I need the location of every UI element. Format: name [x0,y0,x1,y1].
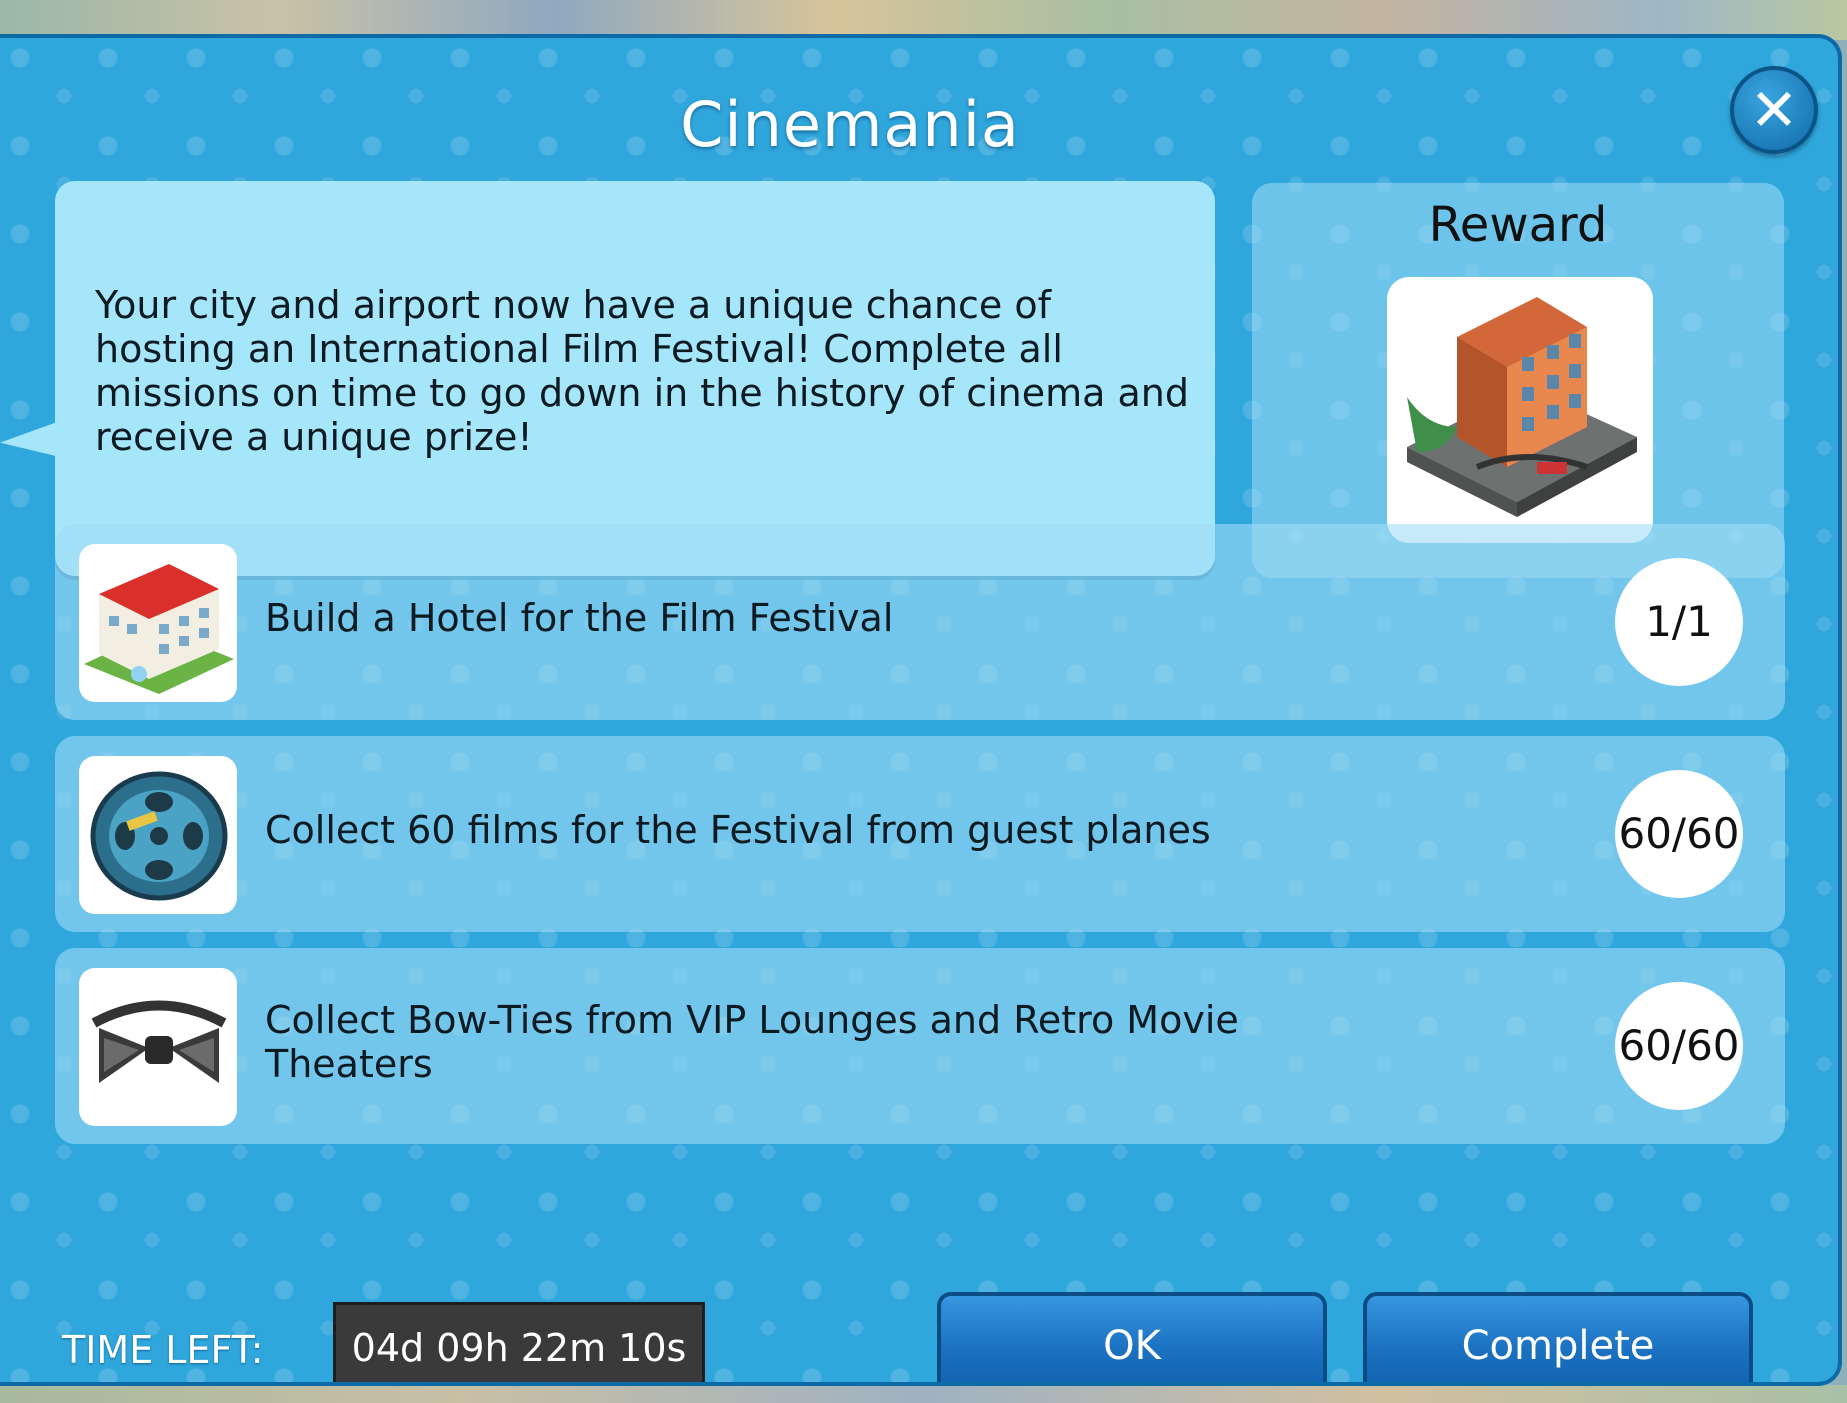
mission-progress: 60/60 [1615,982,1743,1110]
mission-text: Build a Hotel for the Film Festival [265,596,894,640]
film-studio-icon [1407,297,1637,517]
time-left-value: 04d 09h 22m 10s [333,1302,705,1382]
reward-label: Reward [1428,197,1608,253]
mission-row-2: Collect 60 films for the Festival from g… [55,736,1785,932]
quest-dialog: Cinemania ✕ Your city and airport now ha… [0,34,1842,1386]
reward-building-image[interactable] [1387,277,1653,543]
time-left-label: TIME LEFT: [62,1328,264,1372]
mission-progress: 60/60 [1615,770,1743,898]
bow-tie-icon [79,968,237,1126]
ok-button[interactable]: OK [937,1292,1327,1382]
close-button[interactable]: ✕ [1730,66,1818,154]
speech-tail [0,421,60,457]
mission-text: Collect 60 films for the Festival from g… [265,808,1211,852]
film-reel-icon [79,756,237,914]
mission-progress: 1/1 [1615,558,1743,686]
mission-row-1: Build a Hotel for the Film Festival 1/1 [55,524,1785,720]
description-panel: Your city and airport now have a unique … [0,181,1215,576]
city-background-bottom [0,1385,1847,1403]
close-icon: ✕ [1749,76,1799,144]
complete-button[interactable]: Complete [1363,1292,1753,1382]
reward-panel: Reward [1252,183,1784,578]
hotel-icon [79,544,237,702]
mission-row-3: Collect Bow-Ties from VIP Lounges and Re… [55,948,1785,1144]
mission-text: Collect Bow-Ties from VIP Lounges and Re… [265,998,1239,1086]
dialog-title: Cinemania [680,88,1020,161]
description-text: Your city and airport now have a unique … [95,283,1190,459]
